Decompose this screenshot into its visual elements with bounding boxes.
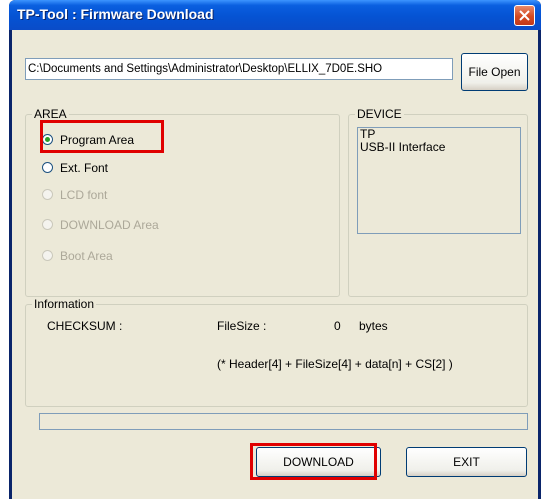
- close-button[interactable]: [514, 5, 535, 26]
- filesize-label: FileSize :: [217, 319, 267, 333]
- radio-program-area[interactable]: Program Area: [42, 132, 134, 148]
- device-info-box: TP USB-II Interface: [357, 127, 521, 234]
- radio-ext-font-label: Ext. Font: [60, 161, 109, 175]
- firmware-download-window: TP-Tool : Firmware Download C:\Documents…: [9, 0, 541, 499]
- download-button[interactable]: DOWNLOAD: [256, 447, 381, 477]
- dialog-client-area: C:\Documents and Settings\Administrator\…: [12, 30, 538, 499]
- exit-button[interactable]: EXIT: [406, 447, 527, 477]
- radio-program-area-label: Program Area: [60, 133, 135, 147]
- device-legend: DEVICE: [357, 107, 402, 121]
- radio-lcd-font-label: LCD font: [60, 188, 108, 202]
- device-interface: USB-II Interface: [360, 140, 446, 154]
- information-group: Information: [25, 297, 528, 407]
- radio-ext-font-indicator[interactable]: [42, 162, 53, 173]
- radio-ext-font[interactable]: Ext. Font: [42, 160, 108, 176]
- download-progress-bar: [39, 413, 528, 430]
- radio-lcd-font-indicator: [42, 189, 53, 200]
- filesize-unit: bytes: [359, 319, 388, 333]
- filesize-value: 0: [334, 319, 341, 333]
- radio-lcd-font: LCD font: [42, 187, 107, 203]
- close-icon: [519, 10, 530, 21]
- file-path-field[interactable]: C:\Documents and Settings\Administrator\…: [25, 58, 453, 80]
- radio-program-area-indicator[interactable]: [42, 134, 53, 145]
- radio-download-area-indicator: [42, 219, 53, 230]
- radio-boot-area: Boot Area: [42, 248, 113, 264]
- window-title: TP-Tool : Firmware Download: [17, 6, 214, 22]
- area-legend: AREA: [34, 107, 67, 121]
- radio-boot-area-label: Boot Area: [60, 249, 113, 263]
- checksum-label: CHECKSUM :: [47, 319, 123, 333]
- radio-download-area-label: DOWNLOAD Area: [60, 218, 159, 232]
- radio-download-area: DOWNLOAD Area: [42, 217, 159, 233]
- information-legend: Information: [34, 297, 95, 311]
- file-open-button[interactable]: File Open: [461, 53, 528, 91]
- radio-boot-area-indicator: [42, 250, 53, 261]
- checksum-formula: (* Header[4] + FileSize[4] + data[n] + C…: [217, 357, 453, 371]
- title-bar[interactable]: TP-Tool : Firmware Download: [9, 0, 541, 30]
